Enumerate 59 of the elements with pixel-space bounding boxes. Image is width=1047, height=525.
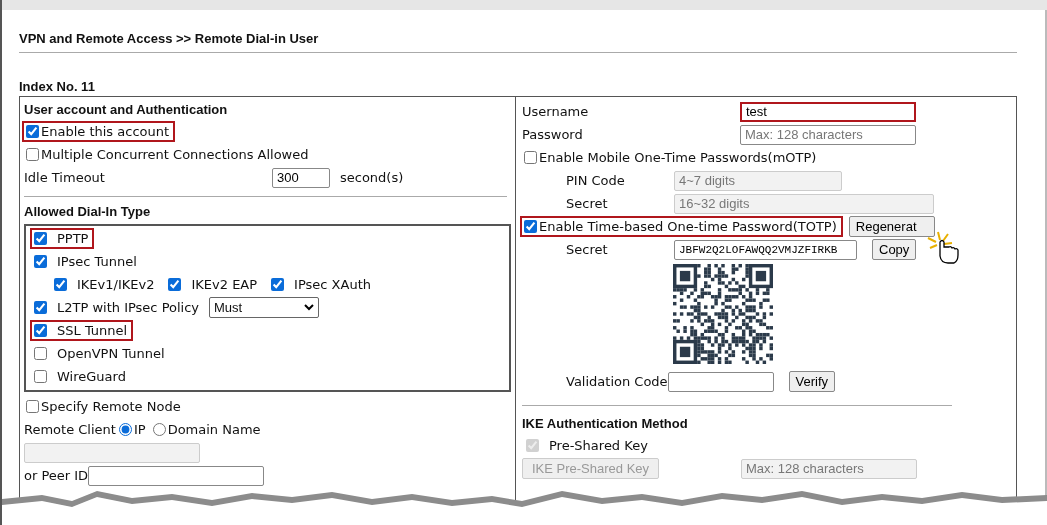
checkbox-label: Multiple Concurrent Connections Allowed bbox=[41, 147, 309, 162]
checkbox[interactable] bbox=[524, 151, 537, 164]
radio-label: IP bbox=[133, 422, 146, 437]
checkbox[interactable] bbox=[271, 278, 285, 291]
checkbox-label: L2TP with IPsec Policy bbox=[57, 300, 200, 315]
regenerate-button[interactable]: Regenerat bbox=[848, 216, 935, 237]
checkbox-label: Specify Remote Node bbox=[41, 399, 181, 414]
validation-code-label: Validation Code bbox=[566, 374, 668, 389]
peer-id-field[interactable] bbox=[88, 465, 265, 486]
checkbox[interactable] bbox=[26, 400, 39, 413]
idle-timeout-field[interactable]: 300 bbox=[272, 167, 330, 188]
username-field[interactable]: test bbox=[740, 101, 916, 122]
checkbox-label: Enable Time-based One-time Password(TOTP) bbox=[539, 219, 837, 234]
remote-client-label: Remote Client bbox=[24, 422, 116, 437]
checkbox[interactable] bbox=[54, 278, 67, 291]
radio-button[interactable] bbox=[152, 423, 166, 436]
section-heading: User account and Authentication bbox=[24, 101, 229, 119]
secret-label: Secret bbox=[566, 196, 609, 211]
copy-button[interactable]: Copy bbox=[872, 239, 917, 260]
checkbox[interactable] bbox=[524, 220, 537, 233]
checkbox-label: PPTP bbox=[57, 231, 89, 246]
radio-label: Domain Name bbox=[167, 422, 261, 437]
checkbox[interactable] bbox=[34, 370, 47, 383]
caret-icon bbox=[304, 304, 315, 311]
idle-timeout-label: Idle Timeout bbox=[24, 170, 106, 185]
checkbox-label: Enable this account bbox=[41, 124, 170, 139]
checkbox[interactable] bbox=[26, 148, 39, 161]
checkbox-label: IKEv1/IKEv2 bbox=[77, 277, 155, 292]
checkbox-label: Enable Mobile One-Time Passwords(mOTP) bbox=[539, 150, 817, 165]
verify-button[interactable]: Verify bbox=[788, 371, 836, 392]
checkbox[interactable] bbox=[34, 232, 47, 245]
checkbox[interactable] bbox=[34, 255, 47, 268]
policy-dropdown[interactable]: Must bbox=[209, 297, 320, 318]
checkbox-label: IPsec Tunnel bbox=[57, 254, 137, 269]
validation-code-field[interactable] bbox=[667, 371, 774, 392]
checkbox[interactable] bbox=[34, 324, 47, 337]
checkbox-label: IKEv2 EAP bbox=[191, 277, 258, 292]
radio-button[interactable] bbox=[118, 423, 132, 436]
pin-code-label: PIN Code bbox=[566, 173, 626, 188]
checkbox[interactable] bbox=[34, 301, 47, 314]
unit-label: second(s) bbox=[340, 170, 404, 185]
password-field[interactable]: Max: 128 characters bbox=[740, 124, 916, 145]
section-heading: Allowed Dial-In Type bbox=[24, 203, 152, 221]
totp-secret-field[interactable]: JBFW2Q2LOFAWQQ2VMJZFIRKB bbox=[674, 239, 857, 260]
section-heading: IKE Authentication Method bbox=[522, 415, 689, 433]
checkbox[interactable] bbox=[168, 278, 182, 291]
checkbox-label: Pre-Shared Key bbox=[549, 438, 648, 453]
checkbox-label: IPsec XAuth bbox=[294, 277, 371, 292]
secret-label: Secret bbox=[566, 242, 609, 257]
page-title: VPN and Remote Access >> Remote Dial-in User bbox=[19, 30, 320, 48]
checkbox-label: WireGuard bbox=[57, 369, 126, 384]
index-label: Index No. 11 bbox=[19, 79, 96, 96]
checkbox[interactable] bbox=[26, 125, 39, 138]
username-label: Username bbox=[522, 104, 590, 119]
checkbox-label: SSL Tunnel bbox=[57, 323, 128, 338]
peer-id-label: or Peer ID bbox=[24, 468, 89, 483]
checkbox[interactable] bbox=[34, 347, 47, 360]
checkbox-label: OpenVPN Tunnel bbox=[57, 346, 165, 361]
password-label: Password bbox=[522, 127, 584, 142]
